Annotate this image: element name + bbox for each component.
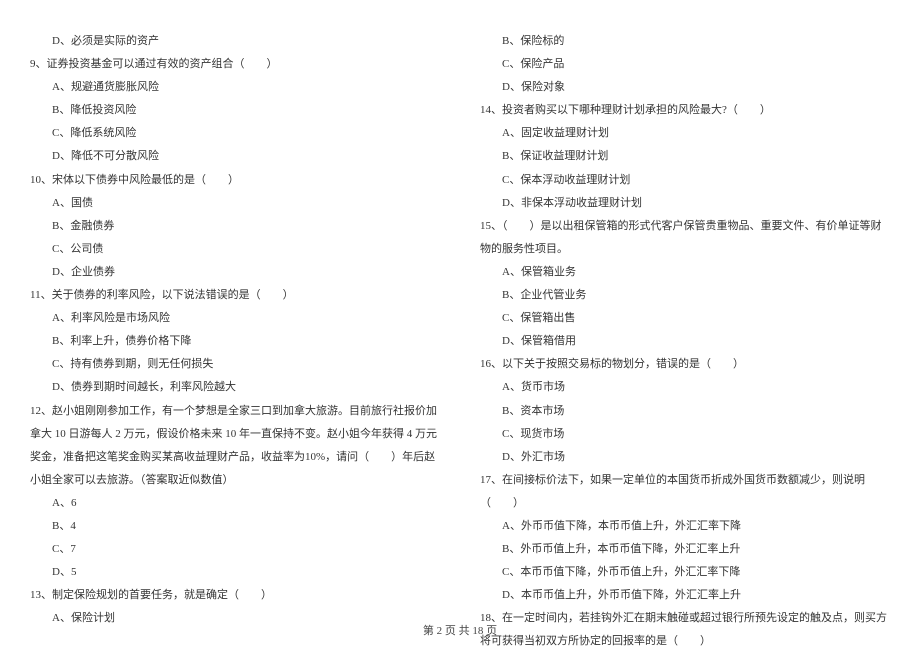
q17-option-b: B、外币币值上升，本币币值下降，外汇汇率上升 [480,538,890,561]
q15-option-a: A、保管箱业务 [480,261,890,284]
q12-option-c: C、7 [30,538,440,561]
q13-option-c: C、保险产品 [480,53,890,76]
q15-option-c: C、保管箱出售 [480,307,890,330]
q14-option-d: D、非保本浮动收益理财计划 [480,192,890,215]
q8-option-d: D、必须是实际的资产 [30,30,440,53]
q17-option-d: D、本币币值上升，外币币值下降，外汇汇率上升 [480,584,890,607]
q16-option-a: A、货币市场 [480,376,890,399]
q13-stem: 13、制定保险规划的首要任务，就是确定（ ） [30,584,440,607]
q11-stem: 11、关于债券的利率风险，以下说法错误的是（ ） [30,284,440,307]
q14-option-a: A、固定收益理财计划 [480,122,890,145]
left-column: D、必须是实际的资产 9、证券投资基金可以通过有效的资产组合（ ） A、规避通货… [30,30,440,610]
q11-option-d: D、债券到期时间越长，利率风险越大 [30,376,440,399]
q15-stem: 15、（ ）是以出租保管箱的形式代客户保管贵重物品、重要文件、有价单证等财物的服… [480,215,890,261]
q17-stem: 17、在间接标价法下，如果一定单位的本国货币折成外国货币数额减少，则说明（ ） [480,469,890,515]
q15-option-d: D、保管箱借用 [480,330,890,353]
q12-stem: 12、赵小姐刚刚参加工作，有一个梦想是全家三口到加拿大旅游。目前旅行社报价加拿大… [30,400,440,492]
q11-option-a: A、利率风险是市场风险 [30,307,440,330]
q11-option-b: B、利率上升，债券价格下降 [30,330,440,353]
q10-option-b: B、金融债券 [30,215,440,238]
q10-option-a: A、国债 [30,192,440,215]
q16-option-d: D、外汇市场 [480,446,890,469]
q16-option-b: B、资本市场 [480,400,890,423]
q9-option-d: D、降低不可分散风险 [30,145,440,168]
q9-option-a: A、规避通货膨胀风险 [30,76,440,99]
q12-option-d: D、5 [30,561,440,584]
q9-stem: 9、证券投资基金可以通过有效的资产组合（ ） [30,53,440,76]
q15-option-b: B、企业代管业务 [480,284,890,307]
q17-option-a: A、外币币值下降，本币币值上升，外汇汇率下降 [480,515,890,538]
two-column-layout: D、必须是实际的资产 9、证券投资基金可以通过有效的资产组合（ ） A、规避通货… [30,30,890,610]
q9-option-b: B、降低投资风险 [30,99,440,122]
q13-option-b: B、保险标的 [480,30,890,53]
q14-option-c: C、保本浮动收益理财计划 [480,169,890,192]
q12-option-a: A、6 [30,492,440,515]
q14-option-b: B、保证收益理财计划 [480,145,890,168]
q14-stem: 14、投资者购买以下哪种理财计划承担的风险最大?（ ） [480,99,890,122]
q11-option-c: C、持有债券到期，则无任何损失 [30,353,440,376]
q16-stem: 16、以下关于按照交易标的物划分，错误的是（ ） [480,353,890,376]
right-column: B、保险标的 C、保险产品 D、保险对象 14、投资者购买以下哪种理财计划承担的… [480,30,890,610]
q17-option-c: C、本币币值下降，外币币值上升，外汇汇率下降 [480,561,890,584]
q10-stem: 10、宋体以下债券中风险最低的是（ ） [30,169,440,192]
q9-option-c: C、降低系统风险 [30,122,440,145]
q10-option-c: C、公司债 [30,238,440,261]
q16-option-c: C、现货市场 [480,423,890,446]
q10-option-d: D、企业债券 [30,261,440,284]
page-footer: 第 2 页 共 18 页 [0,622,920,638]
q13-option-d: D、保险对象 [480,76,890,99]
q12-option-b: B、4 [30,515,440,538]
